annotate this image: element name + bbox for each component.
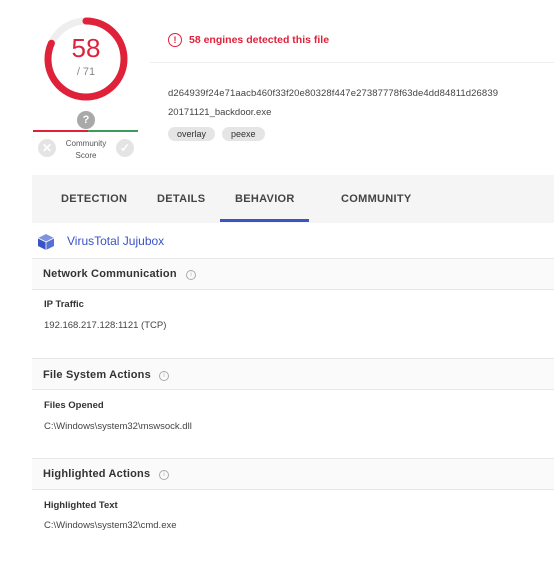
tab-community[interactable]: COMMUNITY [341,193,412,205]
info-icon[interactable]: i [159,470,169,480]
divider [32,489,554,490]
community-score-bar-positive [88,130,138,132]
file-hash[interactable]: d264939f24e71aacb460f33f20e80328f447e273… [168,88,498,99]
community-score-bar-negative [33,130,88,132]
ip-traffic-value: 192.168.217.128:1121 (TCP) [44,320,167,331]
highlighted-text-value: C:\Windows\system32\cmd.exe [44,520,177,531]
tag-peexe[interactable]: peexe [222,127,265,141]
cube-icon [37,234,55,250]
section-title-network: Network Communication [43,268,177,280]
divider [32,289,554,290]
ip-traffic-title: IP Traffic [44,299,84,310]
divider [150,62,554,63]
highlighted-text-title: Highlighted Text [44,500,118,511]
tab-details[interactable]: DETAILS [157,193,205,205]
detection-alert: ! 58 engines detected this file [168,31,329,49]
files-opened-value: C:\Windows\system32\mswsock.dll [44,421,192,432]
info-icon[interactable]: i [186,270,196,280]
community-score-label: Community Score [58,138,114,162]
active-tab-indicator [220,219,309,222]
info-icon[interactable]: i [159,371,169,381]
tag-overlay[interactable]: overlay [168,127,216,141]
community-score-label-line2: Score [75,151,97,160]
section-title-highlighted: Highlighted Actions [43,468,151,480]
vote-malicious-button[interactable]: ✕ [38,139,56,157]
alert-icon: ! [168,33,182,47]
file-name: 20171121_backdoor.exe [168,107,272,118]
divider [32,389,554,390]
tab-detection[interactable]: DETECTION [61,193,127,205]
community-score-badge: ? [77,111,95,129]
vote-harmless-button[interactable]: ✓ [116,139,134,157]
files-opened-title: Files Opened [44,400,104,411]
file-tags: overlay peexe [168,127,265,141]
detection-score-count: 58 [71,33,101,63]
section-title-filesystem: File System Actions [43,369,151,381]
sandbox-name-link[interactable]: VirusTotal Jujubox [67,234,164,248]
community-score-label-line1: Community [65,139,107,148]
tab-behavior[interactable]: BEHAVIOR [235,193,295,205]
detection-score-total: / 71 [76,66,96,78]
detection-alert-text: 58 engines detected this file [189,34,330,46]
